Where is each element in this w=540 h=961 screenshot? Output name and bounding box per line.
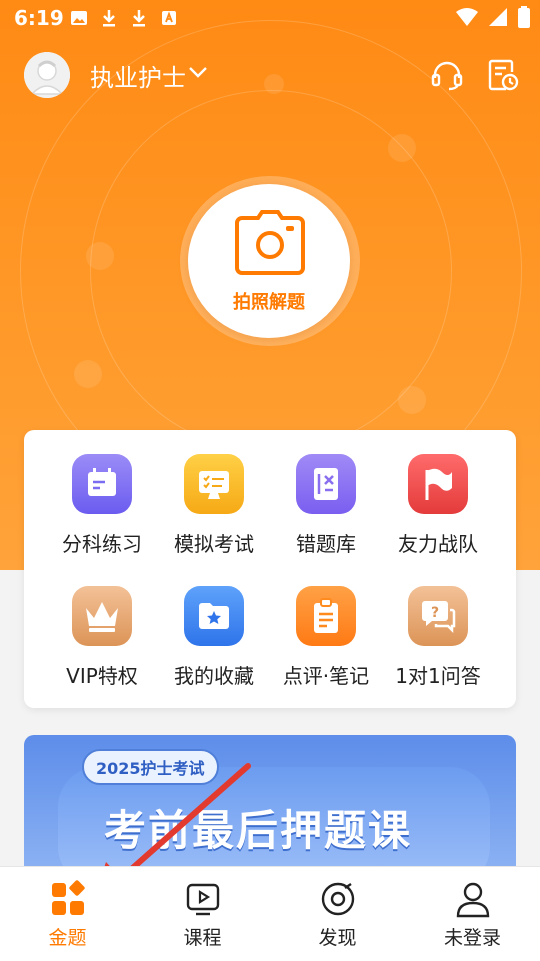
nav-label: 发现 bbox=[318, 927, 357, 949]
download-notification-icon bbox=[130, 8, 148, 27]
photo-solve-label: 拍照解题 bbox=[233, 292, 305, 313]
feature-qa[interactable]: ? 1对1问答 bbox=[382, 586, 494, 689]
feature-label: 友力战队 bbox=[398, 532, 478, 556]
feature-label: 错题库 bbox=[296, 532, 356, 556]
deco-dot bbox=[398, 386, 426, 414]
avatar[interactable] bbox=[24, 52, 70, 98]
flag-icon bbox=[408, 454, 468, 514]
feature-label: 分科练习 bbox=[62, 532, 142, 556]
svg-text:?: ? bbox=[431, 605, 439, 621]
feature-label: 1对1问答 bbox=[395, 664, 481, 688]
feature-notes[interactable]: 点评·笔记 bbox=[270, 586, 382, 689]
feature-mock-exam[interactable]: 模拟考试 bbox=[158, 454, 270, 557]
user-icon bbox=[453, 879, 493, 919]
exam-selector[interactable]: 执业护士 bbox=[90, 58, 186, 93]
star-folder-icon bbox=[184, 586, 244, 646]
nav-tab-discover[interactable]: 发现 bbox=[270, 879, 405, 950]
grid-icon bbox=[48, 879, 88, 919]
video-play-icon bbox=[183, 879, 223, 919]
feature-subject-practice[interactable]: 分科练习 bbox=[46, 454, 158, 557]
battery-icon bbox=[518, 6, 530, 33]
nav-label: 金题 bbox=[48, 927, 87, 949]
crown-icon bbox=[72, 586, 132, 646]
bottom-nav: 金题 课程 发现 未登录 bbox=[0, 866, 540, 961]
nav-label: 课程 bbox=[183, 927, 222, 949]
compass-icon bbox=[318, 879, 358, 919]
monitor-checklist-icon bbox=[184, 454, 244, 514]
question-chat-icon: ? bbox=[408, 586, 468, 646]
app-notification-icon bbox=[160, 8, 178, 26]
feature-favorites[interactable]: 我的收藏 bbox=[158, 586, 270, 689]
deco-dot bbox=[264, 74, 284, 94]
feature-label: 我的收藏 bbox=[174, 664, 254, 688]
nav-tab-profile[interactable]: 未登录 bbox=[405, 879, 540, 950]
calendar-icon bbox=[72, 454, 132, 514]
headset-icon[interactable] bbox=[430, 58, 464, 92]
study-record-icon[interactable] bbox=[486, 58, 520, 92]
download-notification-icon bbox=[100, 8, 118, 27]
deco-dot bbox=[86, 242, 114, 270]
wrong-book-icon bbox=[296, 454, 356, 514]
feature-team[interactable]: 友力战队 bbox=[382, 454, 494, 557]
wifi-icon bbox=[456, 7, 478, 32]
feature-label: 模拟考试 bbox=[174, 532, 254, 556]
nav-tab-courses[interactable]: 课程 bbox=[135, 879, 270, 950]
deco-dot bbox=[74, 360, 102, 388]
features-card: 分科练习 模拟考试 错题库 友力战队 VIP特权 我的收藏 点评·笔记 ? 1对… bbox=[24, 430, 516, 708]
camera-icon bbox=[235, 210, 305, 275]
photo-solve-button[interactable]: 拍照解题 bbox=[188, 184, 350, 338]
notepad-icon bbox=[296, 586, 356, 646]
feature-wrong-questions[interactable]: 错题库 bbox=[270, 454, 382, 557]
feature-vip[interactable]: VIP特权 bbox=[46, 586, 158, 689]
status-time: 6:19 bbox=[14, 6, 64, 30]
nav-label: 未登录 bbox=[443, 927, 501, 949]
image-notification-icon bbox=[70, 8, 88, 26]
deco-dot bbox=[388, 134, 416, 162]
chevron-down-icon[interactable] bbox=[188, 64, 208, 83]
status-bar: 6:19 bbox=[0, 0, 540, 36]
signal-icon bbox=[488, 7, 508, 32]
feature-label: 点评·笔记 bbox=[282, 664, 370, 688]
feature-label: VIP特权 bbox=[66, 664, 138, 688]
nav-tab-questions[interactable]: 金题 bbox=[0, 879, 135, 950]
